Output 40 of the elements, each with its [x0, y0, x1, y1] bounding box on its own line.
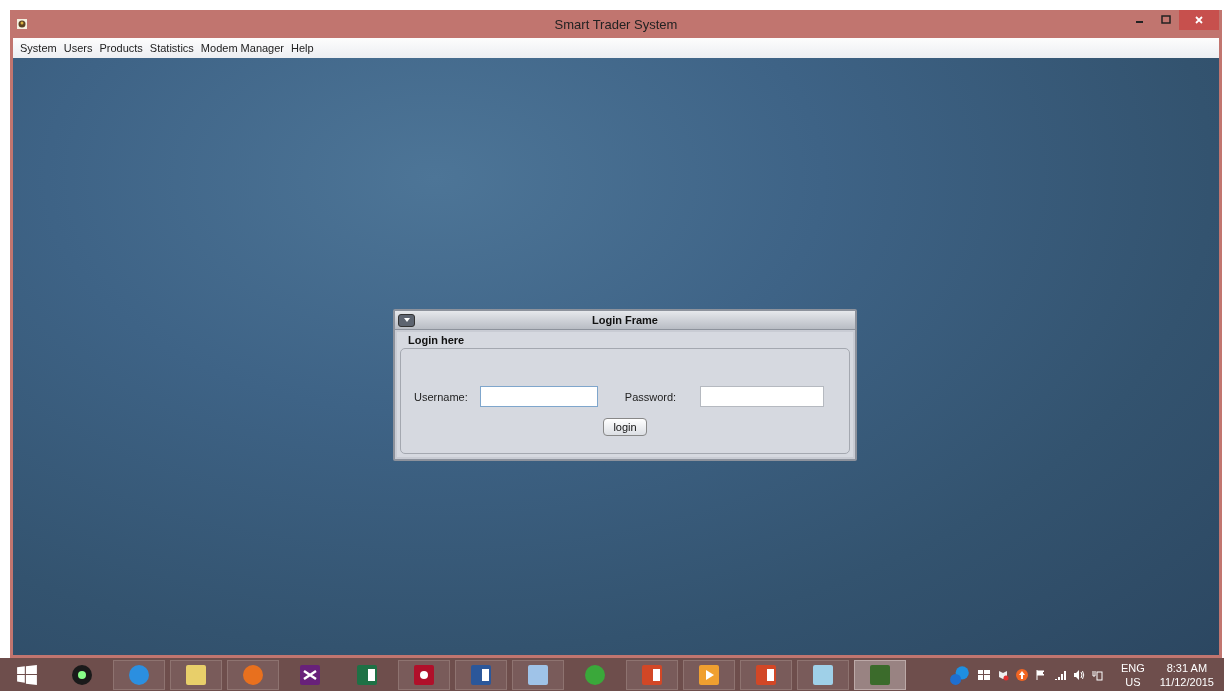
taskbar-app-button[interactable]: [683, 659, 735, 690]
dropdown-button[interactable]: [398, 313, 415, 327]
language-indicator[interactable]: ENG US: [1120, 660, 1145, 689]
menu-item[interactable]: Modem Manager: [199, 42, 285, 54]
slides-icon: [754, 662, 778, 687]
group-title: Login here: [408, 334, 465, 346]
dialog-title: Login Frame: [592, 314, 658, 326]
speaker-icon[interactable]: [1072, 668, 1085, 681]
up-arrow-icon[interactable]: [1015, 668, 1028, 681]
menu-item[interactable]: Statistics: [148, 42, 195, 54]
slides-icon: [640, 662, 664, 687]
signal-icon[interactable]: [1053, 668, 1066, 681]
menu-item[interactable]: Users: [62, 42, 94, 54]
spreadsheet-icon: [355, 662, 379, 687]
username-label: Username:: [414, 390, 468, 403]
password-label: Password:: [624, 390, 677, 403]
app-icon[interactable]: [17, 19, 27, 29]
flag-icon[interactable]: [1034, 668, 1047, 681]
menu-item[interactable]: System: [19, 42, 58, 54]
maximize-icon: [1161, 15, 1171, 25]
document-icon: [469, 662, 493, 687]
taskbar-app-button[interactable]: [626, 659, 678, 690]
caret-icon: [402, 317, 411, 323]
studio-icon: [298, 662, 322, 687]
taskbar-app-button[interactable]: [740, 659, 792, 690]
username-field[interactable]: [479, 386, 598, 407]
webcam-icon: [70, 662, 94, 687]
taskbar-app-button[interactable]: [455, 659, 507, 690]
windows-logo-icon[interactable]: [16, 663, 38, 686]
close-button[interactable]: [1179, 10, 1219, 30]
window-title: Smart Trader System: [554, 16, 678, 32]
clock[interactable]: 8:31 AM 11/12/2015: [1159, 660, 1214, 689]
taskbar-app-button[interactable]: [398, 659, 450, 690]
windows-logo-icon[interactable]: [977, 668, 990, 681]
login-button[interactable]: login: [603, 418, 647, 436]
close-icon: [1194, 15, 1204, 25]
menu-item[interactable]: Help: [290, 42, 315, 54]
password-field[interactable]: [700, 386, 825, 407]
menu-item[interactable]: Products: [98, 42, 144, 54]
play-icon: [697, 662, 721, 687]
